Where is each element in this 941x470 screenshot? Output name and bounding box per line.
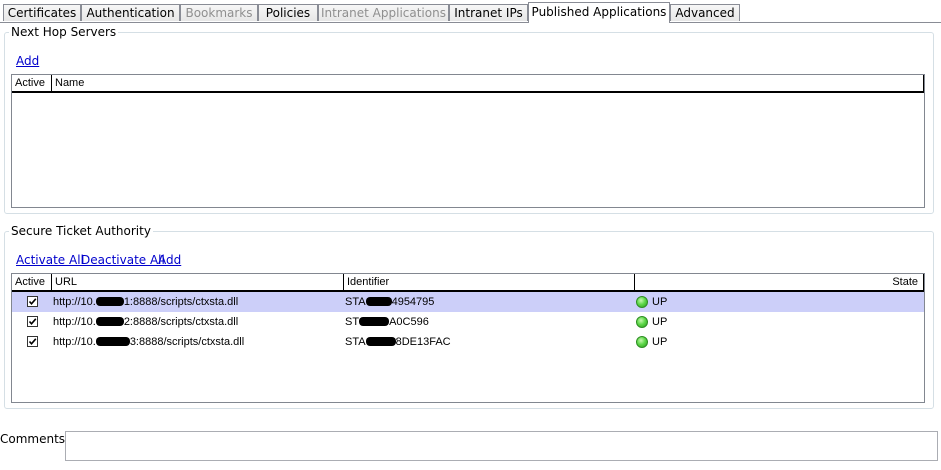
column-header-url[interactable]: URL	[52, 274, 344, 292]
tab-bar: Certificates Authentication Bookmarks Po…	[0, 0, 941, 23]
state-cell: UP	[636, 312, 696, 332]
redacted-block	[359, 316, 390, 326]
redacted-block	[365, 336, 396, 346]
activate-all-link[interactable]: Activate All	[16, 253, 84, 267]
url-prefix: http://10.	[53, 296, 96, 308]
deactivate-all-link[interactable]: Deactivate All	[81, 253, 165, 267]
tab-advanced[interactable]: Advanced	[670, 4, 740, 21]
state-cell: UP	[636, 292, 696, 312]
url-prefix: http://10.	[53, 336, 96, 348]
url-suffix: 1:8888/scripts/ctxsta.dll	[123, 296, 239, 308]
status-up-icon	[636, 316, 648, 328]
next-hop-servers-list[interactable]: Active Name	[11, 74, 925, 208]
redacted-block	[95, 336, 130, 346]
sta-list[interactable]: Active URL Identifier State http://10. 1:…	[11, 273, 925, 403]
identifier-suffix: 8DE13FAC	[395, 336, 451, 348]
checkbox-checked-icon	[28, 298, 37, 306]
next-hop-add-link[interactable]: Add	[16, 54, 39, 68]
active-checkbox[interactable]	[27, 316, 38, 327]
active-checkbox[interactable]	[27, 296, 38, 307]
sta-row[interactable]: http://10. 3:8888/scripts/ctxsta.dll STA 8…	[12, 332, 924, 352]
column-header-active[interactable]: Active	[12, 274, 52, 292]
state-label: UP	[652, 336, 668, 348]
identifier-suffix: A0C596	[389, 316, 429, 328]
tab-intranet-ips[interactable]: Intranet IPs	[449, 4, 528, 21]
state-cell: UP	[636, 332, 696, 352]
url-prefix: http://10.	[53, 316, 96, 328]
identifier-prefix: STA	[345, 296, 366, 308]
tab-certificates[interactable]: Certificates	[3, 4, 81, 21]
redacted-block	[95, 296, 124, 306]
state-label: UP	[652, 296, 668, 308]
redacted-block	[365, 296, 392, 306]
sta-row[interactable]: http://10. 2:8888/scripts/ctxsta.dll ST A0…	[12, 312, 924, 332]
column-header-name[interactable]: Name	[52, 75, 924, 93]
next-hop-servers-title: Next Hop Servers	[9, 25, 119, 39]
column-header-active[interactable]: Active	[12, 75, 52, 93]
comments-label: Comments	[0, 432, 66, 446]
identifier-prefix: STA	[345, 336, 366, 348]
identifier-suffix: 4954795	[391, 296, 435, 308]
checkbox-checked-icon	[28, 318, 37, 326]
identifier-cell: ST A0C596	[345, 312, 429, 332]
column-header-identifier[interactable]: Identifier	[344, 274, 635, 292]
url-cell: http://10. 1:8888/scripts/ctxsta.dll	[53, 292, 238, 312]
sta-add-link[interactable]: Add	[158, 253, 181, 267]
tab-published-applications[interactable]: Published Applications	[528, 2, 670, 23]
tab-authentication[interactable]: Authentication	[81, 4, 180, 21]
comments-field[interactable]	[65, 431, 938, 461]
url-suffix: 2:8888/scripts/ctxsta.dll	[123, 316, 239, 328]
column-header-state[interactable]: State	[635, 274, 924, 292]
identifier-cell: STA 8DE13FAC	[345, 332, 451, 352]
redacted-block	[95, 316, 124, 326]
sta-row[interactable]: http://10. 1:8888/scripts/ctxsta.dll STA 4…	[12, 292, 924, 312]
tab-bookmarks[interactable]: Bookmarks	[180, 4, 258, 21]
active-checkbox[interactable]	[27, 336, 38, 347]
checkbox-checked-icon	[28, 338, 37, 346]
identifier-cell: STA 4954795	[345, 292, 434, 312]
url-cell: http://10. 3:8888/scripts/ctxsta.dll	[53, 332, 244, 352]
url-cell: http://10. 2:8888/scripts/ctxsta.dll	[53, 312, 238, 332]
tab-policies[interactable]: Policies	[258, 4, 318, 21]
state-label: UP	[652, 316, 668, 328]
tab-intranet-applications[interactable]: Intranet Applications	[318, 4, 449, 21]
status-up-icon	[636, 296, 648, 308]
status-up-icon	[636, 336, 648, 348]
url-suffix: 3:8888/scripts/ctxsta.dll	[129, 336, 245, 348]
identifier-prefix: ST	[345, 316, 360, 328]
secure-ticket-authority-title: Secure Ticket Authority	[9, 224, 153, 238]
